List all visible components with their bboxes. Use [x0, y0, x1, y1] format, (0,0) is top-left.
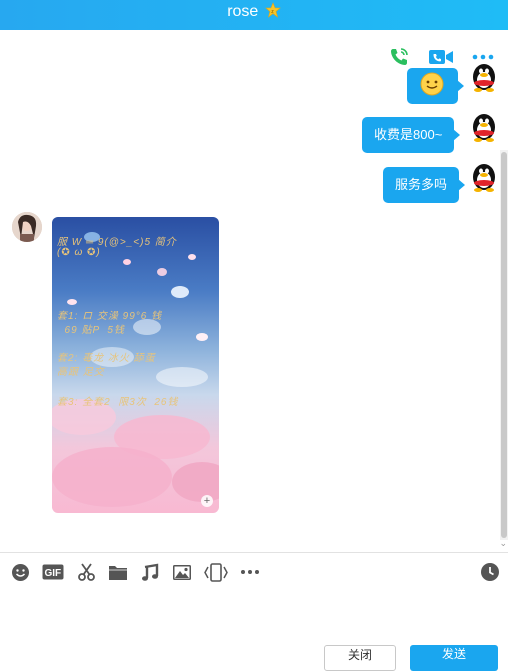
message-bubble-text[interactable]: 服务多吗 — [383, 167, 459, 203]
image-message[interactable]: 服 W ═ 9(@>_<)5 简介 (✪ ω ✪) 套1: ロ 交澡 99°6 … — [52, 217, 219, 513]
divider — [0, 552, 508, 553]
svg-text:GIF: GIF — [45, 568, 62, 579]
image-caption-line: 套2: 毒龙 冰火 舔蛋 — [57, 349, 156, 364]
image-caption-line: 高跟 足交 — [57, 363, 105, 378]
title-bar: rose z — [0, 0, 508, 30]
send-button[interactable]: 发送 — [410, 645, 498, 671]
shake-icon[interactable] — [204, 562, 228, 582]
close-button[interactable]: 关闭 — [324, 645, 396, 671]
image-caption-line: 服 W ═ 9(@>_<)5 简介 — [57, 233, 177, 248]
gif-icon[interactable]: GIF — [42, 562, 64, 582]
expand-image-icon[interactable]: + — [201, 495, 213, 507]
message-text: 服务多吗 — [395, 177, 447, 192]
my-avatar-qq-icon[interactable] — [469, 162, 499, 192]
image-icon[interactable] — [172, 562, 192, 582]
contact-avatar[interactable] — [12, 212, 42, 242]
music-icon[interactable] — [140, 562, 160, 582]
message-text: 收费是800~ — [374, 127, 442, 142]
input-toolbar: GIF — [10, 562, 260, 582]
image-caption-line: 套1: ロ 交澡 99°6 钱 — [57, 307, 162, 322]
my-avatar-qq-icon[interactable] — [469, 62, 499, 92]
more-icon[interactable] — [240, 562, 260, 582]
smile-emoji-icon — [419, 71, 445, 97]
message-bubble-emoji[interactable] — [407, 68, 458, 104]
window-title: rose — [227, 3, 258, 20]
chat-scrollbar[interactable] — [500, 150, 508, 540]
folder-icon[interactable] — [108, 562, 128, 582]
image-caption-line: 套3: 全套2 限3次 26钱 — [57, 393, 178, 408]
image-caption-line: 69 贴P 5钱 — [57, 321, 125, 336]
clock-icon[interactable] — [480, 562, 500, 582]
message-bubble-text[interactable]: 收费是800~ — [362, 117, 454, 153]
scrollbar-thumb[interactable] — [501, 152, 507, 538]
emoji-icon[interactable] — [10, 562, 30, 582]
scroll-to-bottom-icon[interactable]: ⌄ — [499, 538, 507, 549]
image-caption-line: (✪ ω ✪) — [57, 247, 101, 258]
my-avatar-qq-icon[interactable] — [469, 112, 499, 142]
star-badge-icon: z — [265, 2, 281, 18]
screenshot-scissors-icon[interactable] — [76, 562, 96, 582]
